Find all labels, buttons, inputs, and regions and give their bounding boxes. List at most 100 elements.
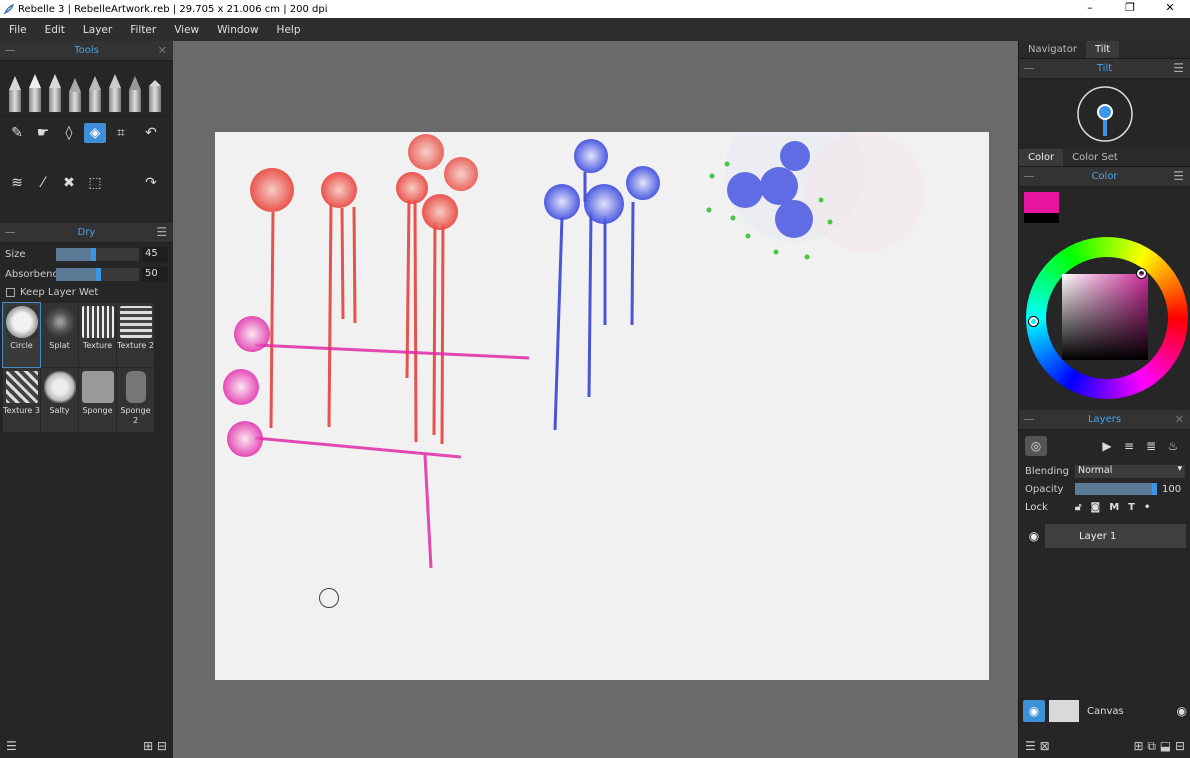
layer-name[interactable]: Layer 1 [1045, 524, 1186, 548]
canvas-settings-eye-icon[interactable]: ◉ [1177, 704, 1187, 718]
panel-grip-icon[interactable] [5, 50, 15, 51]
minimize-button[interactable]: – [1070, 0, 1110, 18]
canvas-workspace[interactable] [173, 41, 1018, 758]
lock-padlock-icon[interactable]: 🔓︎ [1075, 502, 1081, 513]
tab-color[interactable]: Color [1019, 149, 1064, 166]
tab-tilt[interactable]: Tilt [1085, 41, 1120, 58]
redo-icon[interactable]: ↷ [140, 173, 162, 193]
opacity-slider[interactable] [1075, 483, 1157, 495]
background-color-swatch[interactable] [1024, 213, 1059, 223]
lock-m-toggle[interactable]: M [1109, 502, 1119, 513]
preset-texture[interactable]: Texture [79, 303, 116, 367]
opacity-value[interactable]: 100 [1162, 484, 1181, 495]
blow-icon[interactable]: ≋ [6, 173, 28, 193]
preset-sponge-2[interactable]: Sponge 2 [117, 368, 154, 432]
panel-grip-icon[interactable] [1024, 176, 1034, 177]
hue-picker-knob[interactable] [1028, 316, 1039, 327]
selection-icon[interactable]: ⬚ [84, 173, 106, 193]
size-value-field[interactable]: 45 [142, 246, 168, 262]
masking-fluid-icon[interactable]: ◈ [84, 123, 106, 143]
tilt-panel-header[interactable]: Tilt ☰ [1019, 59, 1190, 79]
size-slider-knob[interactable] [91, 247, 97, 261]
show-wet-icon[interactable]: ◎ [1025, 436, 1047, 456]
tilt-dial-icon[interactable] [1075, 84, 1135, 144]
preset-circle[interactable]: Circle [2, 302, 41, 368]
preset-label: Texture 3 [3, 406, 40, 415]
layer-row[interactable]: ◉ Layer 1 [1023, 524, 1186, 548]
panel-grip-icon[interactable] [1024, 419, 1034, 420]
eraser-icon[interactable]: ✎ [6, 123, 28, 143]
preset-texture-3[interactable]: Texture 3 [3, 368, 40, 432]
settings-sliders-icon[interactable]: ☰ [6, 739, 17, 753]
restore-button[interactable]: ❐ [1110, 0, 1150, 18]
brush-flat-icon[interactable] [26, 74, 44, 112]
preset-salty[interactable]: Salty [41, 368, 78, 432]
size-slider-fill [56, 247, 94, 261]
opacity-slider-knob[interactable] [1152, 483, 1157, 495]
eyedropper-icon[interactable]: ⁄ [32, 173, 54, 193]
lock-dot-icon[interactable]: • [1144, 502, 1150, 513]
menu-edit[interactable]: Edit [36, 24, 74, 36]
layers-panel-close-icon[interactable]: ✕ [1175, 413, 1184, 426]
layer-properties-icon[interactable]: ☰ ⊠ [1025, 739, 1050, 753]
checkbox-box[interactable] [6, 287, 15, 297]
diffusion-icon[interactable]: ♨ [1162, 439, 1184, 453]
menu-file[interactable]: File [0, 24, 36, 36]
preset-sponge[interactable]: Sponge [79, 368, 116, 432]
absorbency-slider-knob[interactable] [95, 267, 101, 281]
foreground-color-swatch[interactable] [1024, 192, 1059, 213]
color-panel-menu-icon[interactable]: ☰ [1173, 169, 1184, 183]
pencil-icon[interactable] [66, 78, 84, 112]
canvas-paper[interactable] [215, 132, 989, 680]
layer-visibility-eye-icon[interactable]: ◉ [1023, 529, 1045, 543]
undo-icon[interactable]: ↶ [140, 123, 162, 143]
color-panel-header[interactable]: Color ☰ [1019, 167, 1190, 187]
absorbency-value-field[interactable]: 50 [142, 266, 168, 282]
brush-wide-icon[interactable] [46, 74, 64, 112]
close-button[interactable]: ✕ [1150, 0, 1190, 18]
wet-layer-icon[interactable]: ≡ [1118, 439, 1140, 453]
tab-color-set[interactable]: Color Set [1063, 149, 1127, 166]
crop-icon[interactable]: ⌗ [110, 123, 132, 143]
water-drop-icon[interactable]: ◊ [58, 123, 80, 143]
canvas-visibility-eye-icon[interactable]: ◉ [1023, 700, 1045, 722]
blending-select[interactable]: Normal [1075, 464, 1185, 478]
panel-grip-icon[interactable] [5, 232, 15, 233]
add-remove-preset-icons[interactable]: ⊞ ⊟ [143, 739, 167, 753]
size-slider[interactable] [56, 247, 139, 261]
play-icon[interactable]: ▶ [1096, 439, 1118, 453]
lock-transparency-icon[interactable]: ◙ [1090, 502, 1100, 513]
absorbency-slider[interactable] [56, 267, 139, 281]
keep-layer-wet-checkbox[interactable]: Keep Layer Wet [0, 284, 173, 300]
transform-icon[interactable]: ✖ [58, 173, 80, 193]
sv-picker-knob[interactable] [1136, 268, 1147, 279]
brush-panel-title: Dry [77, 227, 96, 238]
menu-layer[interactable]: Layer [74, 24, 121, 36]
tilt-panel-menu-icon[interactable]: ☰ [1173, 61, 1184, 75]
layers-panel-header[interactable]: Layers ✕ [1019, 410, 1190, 430]
airbrush-icon[interactable] [126, 76, 144, 112]
lock-t-toggle[interactable]: T [1128, 502, 1135, 513]
layer-actions-icons[interactable]: ⊞ ⧉ ⬓ ⊟ [1134, 739, 1185, 754]
pastel-icon[interactable] [146, 80, 164, 112]
brush-panel-menu-icon[interactable]: ☰ [156, 225, 167, 239]
tools-panel-close-icon[interactable]: ✕ [158, 44, 167, 57]
panel-grip-icon[interactable] [1024, 68, 1034, 69]
saturation-value-square[interactable] [1062, 274, 1148, 360]
blend-icon[interactable]: ☛ [32, 123, 54, 143]
brush-round-icon[interactable] [6, 76, 24, 112]
marker-icon[interactable] [106, 74, 124, 112]
menu-view[interactable]: View [165, 24, 208, 36]
tilt-control[interactable] [1019, 79, 1190, 149]
tools-panel-header[interactable]: Tools ✕ [0, 41, 173, 61]
dry-layer-icon[interactable]: ≣ [1140, 439, 1162, 453]
brush-panel-header[interactable]: Dry ☰ [0, 223, 173, 243]
menu-help[interactable]: Help [268, 24, 310, 36]
preset-splat[interactable]: Splat [41, 303, 78, 367]
tab-navigator[interactable]: Navigator [1019, 41, 1086, 58]
menu-window[interactable]: Window [208, 24, 267, 36]
menu-filter[interactable]: Filter [121, 24, 165, 36]
pen-icon[interactable] [86, 76, 104, 112]
canvas-layer-row[interactable]: ◉ Canvas ◉ [1023, 699, 1187, 723]
preset-texture-2[interactable]: Texture 2 [117, 303, 154, 367]
